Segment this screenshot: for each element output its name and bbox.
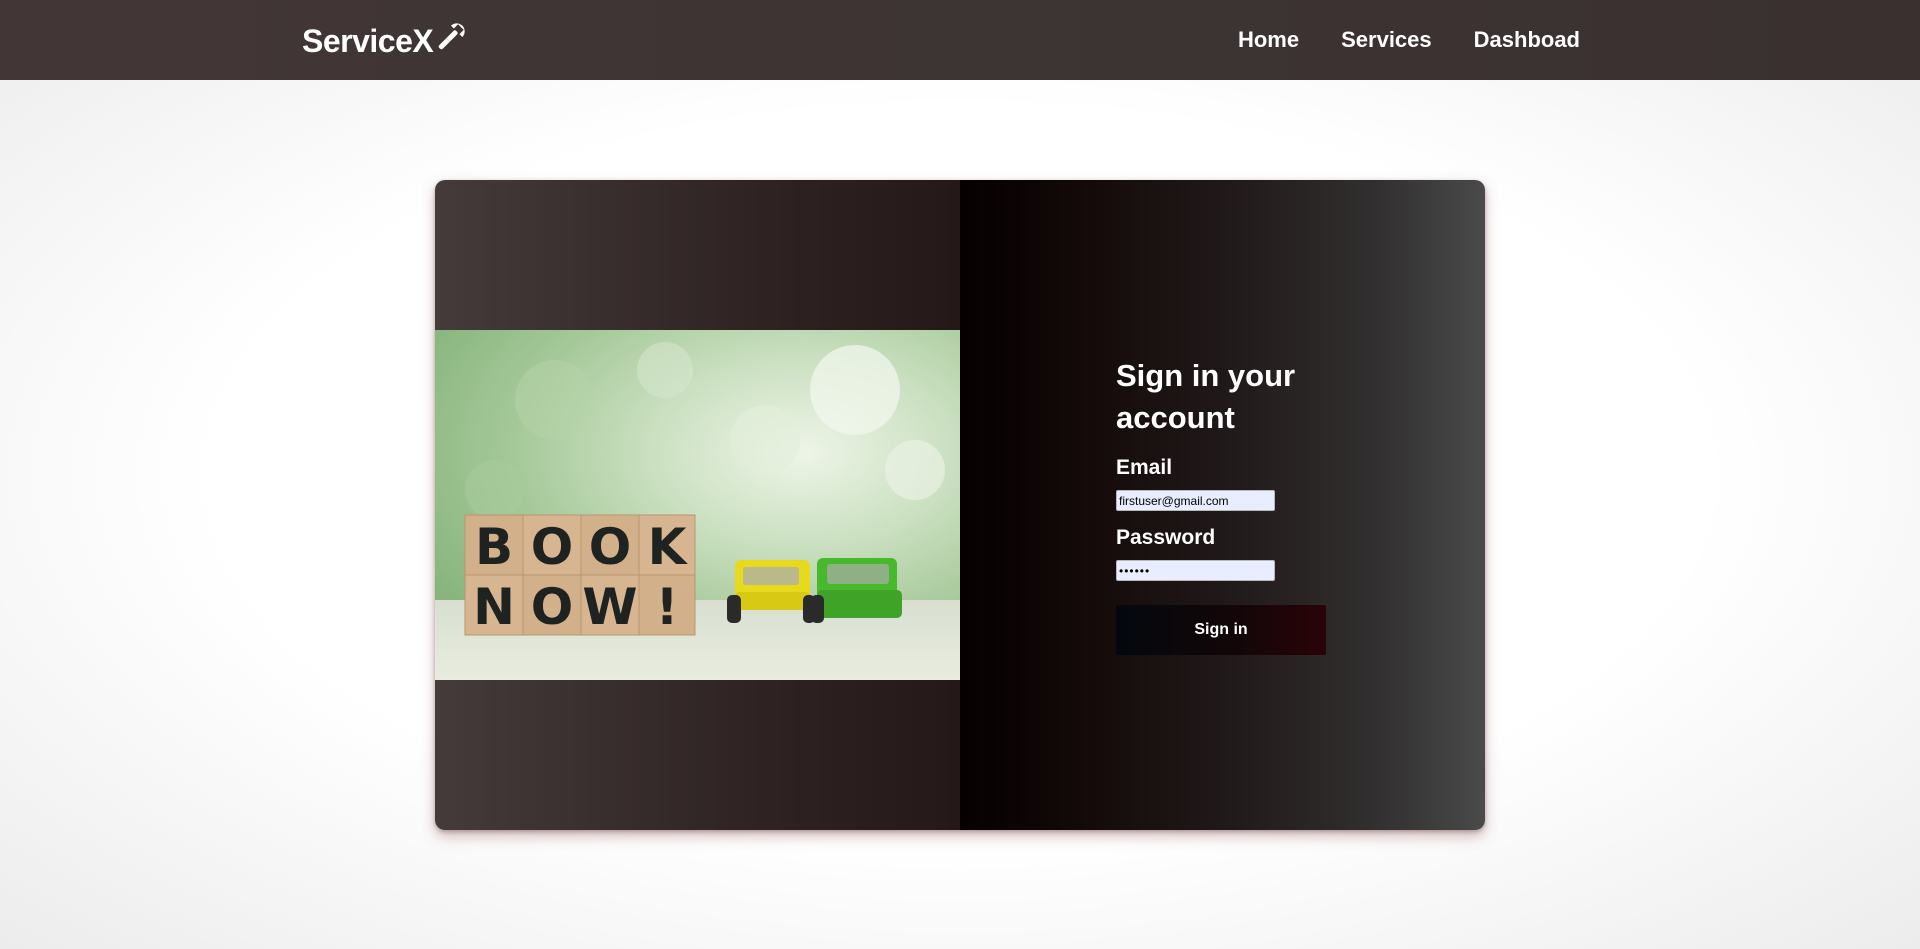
signin-form-panel: Sign in your account Email Password Sign… bbox=[960, 180, 1485, 830]
signin-card: B O O K N O W ! Sign in your account Ema… bbox=[435, 180, 1485, 830]
block-letter: W bbox=[582, 578, 637, 636]
password-field[interactable] bbox=[1116, 560, 1275, 581]
block-letter: O bbox=[531, 578, 574, 636]
block-letter: B bbox=[475, 518, 513, 576]
signin-button[interactable]: Sign in bbox=[1116, 605, 1326, 655]
wrench-icon bbox=[433, 20, 469, 62]
email-label: Email bbox=[1116, 456, 1173, 479]
nav-links: Home Services Dashboad bbox=[1238, 0, 1580, 80]
navbar: ServiceX Home Services Dashboad bbox=[0, 0, 1920, 80]
brand-name: ServiceX bbox=[302, 22, 434, 59]
block-letter: O bbox=[531, 518, 574, 576]
book-now-hero-image: B O O K N O W ! bbox=[435, 330, 960, 680]
email-field[interactable] bbox=[1116, 490, 1275, 511]
nav-services-link[interactable]: Services bbox=[1341, 27, 1432, 53]
block-letter: ! bbox=[656, 578, 679, 636]
block-letter: K bbox=[648, 518, 689, 576]
nav-home-link[interactable]: Home bbox=[1238, 27, 1299, 53]
signin-title: Sign in your account bbox=[1116, 358, 1296, 435]
nav-dashboard-link[interactable]: Dashboad bbox=[1474, 27, 1580, 53]
brand-logo[interactable]: ServiceX bbox=[302, 20, 469, 62]
block-letter: O bbox=[589, 518, 632, 576]
card-image-panel: B O O K N O W ! bbox=[435, 180, 960, 830]
block-letter: N bbox=[473, 578, 515, 636]
password-label: Password bbox=[1116, 526, 1216, 549]
